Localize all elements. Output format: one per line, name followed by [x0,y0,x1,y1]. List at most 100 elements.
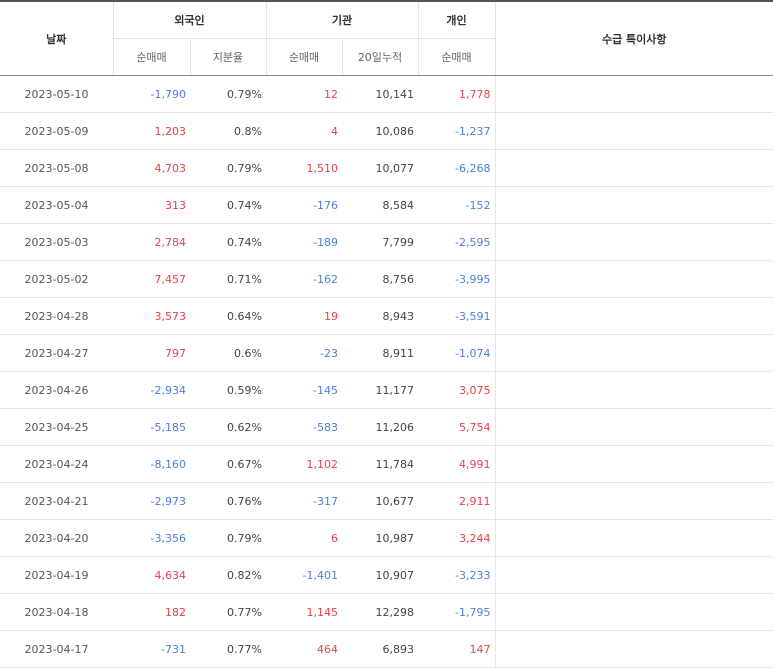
cell-foreign-net: 4,634 [113,556,190,594]
cell-inst-cum: 8,756 [342,260,418,298]
cell-inst-net: 19 [266,297,342,335]
cell-indiv-net: 3,244 [418,519,496,557]
cell-inst-cum: 11,206 [342,408,418,446]
cell-foreign-ratio: 0.59% [190,371,266,409]
header-foreign-net: 순매매 [113,38,191,76]
cell-inst-cum: 8,943 [342,297,418,335]
cell-indiv-net: -1,795 [418,593,496,631]
cell-foreign-net: -8,160 [113,445,190,483]
cell-inst-cum: 11,784 [342,445,418,483]
cell-inst-net: -317 [266,482,342,520]
cell-note [495,149,773,187]
cell-date: 2023-05-09 [0,112,113,150]
cell-indiv-net: -3,591 [418,297,496,335]
cell-foreign-net: -2,934 [113,371,190,409]
cell-indiv-net: 5,754 [418,408,496,446]
cell-inst-net: 464 [266,630,342,668]
cell-foreign-net: 182 [113,593,190,631]
cell-indiv-net: -2,595 [418,223,496,261]
cell-foreign-ratio: 0.82% [190,556,266,594]
table-row: 2023-04-26 -2,934 0.59% -145 11,177 3,075 [0,371,773,409]
cell-date: 2023-04-17 [0,630,113,668]
header-indiv-net: 순매매 [418,38,496,76]
cell-foreign-ratio: 0.77% [190,593,266,631]
cell-foreign-ratio: 0.76% [190,482,266,520]
table-row: 2023-05-04 313 0.74% -176 8,584 -152 [0,186,773,224]
cell-note [495,482,773,520]
cell-inst-net: 6 [266,519,342,557]
cell-inst-cum: 11,177 [342,371,418,409]
investor-trading-table: 날짜 외국인 기관 개인 수급 특이사항 순매매 지분율 순매매 20일누적 순… [0,0,773,668]
cell-foreign-ratio: 0.6% [190,334,266,372]
cell-foreign-ratio: 0.79% [190,149,266,187]
header-inst-net: 순매매 [266,38,343,76]
cell-indiv-net: -3,995 [418,260,496,298]
cell-foreign-ratio: 0.74% [190,223,266,261]
cell-date: 2023-04-19 [0,556,113,594]
cell-foreign-net: -2,973 [113,482,190,520]
cell-foreign-net: -1,790 [113,75,190,113]
cell-foreign-ratio: 0.74% [190,186,266,224]
cell-note [495,630,773,668]
cell-inst-cum: 8,584 [342,186,418,224]
cell-inst-cum: 12,298 [342,593,418,631]
cell-indiv-net: -3,233 [418,556,496,594]
cell-note [495,408,773,446]
cell-inst-net: -189 [266,223,342,261]
cell-foreign-net: 313 [113,186,190,224]
table-header: 날짜 외국인 기관 개인 수급 특이사항 순매매 지분율 순매매 20일누적 순… [0,0,773,76]
cell-indiv-net: 2,911 [418,482,496,520]
cell-foreign-net: 1,203 [113,112,190,150]
cell-foreign-ratio: 0.79% [190,519,266,557]
table-body: 2023-05-10 -1,790 0.79% 12 10,141 1,778 2023-0… [0,75,773,668]
cell-foreign-ratio: 0.67% [190,445,266,483]
cell-indiv-net: -1,074 [418,334,496,372]
cell-note [495,223,773,261]
cell-date: 2023-04-25 [0,408,113,446]
cell-date: 2023-04-21 [0,482,113,520]
cell-indiv-net: -1,237 [418,112,496,150]
table-row: 2023-04-17 -731 0.77% 464 6,893 147 [0,630,773,668]
cell-foreign-net: 797 [113,334,190,372]
cell-inst-net: -162 [266,260,342,298]
cell-indiv-net: 3,075 [418,371,496,409]
table-row: 2023-04-28 3,573 0.64% 19 8,943 -3,591 [0,297,773,335]
table-row: 2023-04-19 4,634 0.82% -1,401 10,907 -3,233 [0,556,773,594]
cell-note [495,260,773,298]
table-row: 2023-05-03 2,784 0.74% -189 7,799 -2,595 [0,223,773,261]
cell-date: 2023-04-20 [0,519,113,557]
cell-note [495,519,773,557]
cell-indiv-net: -152 [418,186,496,224]
cell-note [495,445,773,483]
cell-note [495,556,773,594]
table-row: 2023-05-09 1,203 0.8% 4 10,086 -1,237 [0,112,773,150]
cell-foreign-net: -731 [113,630,190,668]
cell-inst-cum: 6,893 [342,630,418,668]
cell-indiv-net: 147 [418,630,496,668]
cell-foreign-ratio: 0.71% [190,260,266,298]
cell-foreign-ratio: 0.64% [190,297,266,335]
cell-date: 2023-04-24 [0,445,113,483]
cell-indiv-net: 4,991 [418,445,496,483]
cell-foreign-net: 3,573 [113,297,190,335]
cell-foreign-ratio: 0.79% [190,75,266,113]
cell-note [495,334,773,372]
cell-inst-cum: 10,077 [342,149,418,187]
cell-foreign-net: -3,356 [113,519,190,557]
cell-date: 2023-04-18 [0,593,113,631]
cell-inst-cum: 10,907 [342,556,418,594]
header-individual: 개인 [418,0,496,39]
cell-inst-net: 4 [266,112,342,150]
header-foreign: 외국인 [113,0,267,39]
cell-inst-cum: 10,141 [342,75,418,113]
cell-indiv-net: -6,268 [418,149,496,187]
cell-inst-net: 1,510 [266,149,342,187]
cell-inst-net: -145 [266,371,342,409]
table-row: 2023-04-21 -2,973 0.76% -317 10,677 2,911 [0,482,773,520]
header-foreign-ratio: 지분율 [190,38,267,76]
cell-note [495,75,773,113]
table-row: 2023-05-08 4,703 0.79% 1,510 10,077 -6,268 [0,149,773,187]
cell-foreign-net: 4,703 [113,149,190,187]
table-row: 2023-05-10 -1,790 0.79% 12 10,141 1,778 [0,75,773,113]
header-institution: 기관 [266,0,419,39]
